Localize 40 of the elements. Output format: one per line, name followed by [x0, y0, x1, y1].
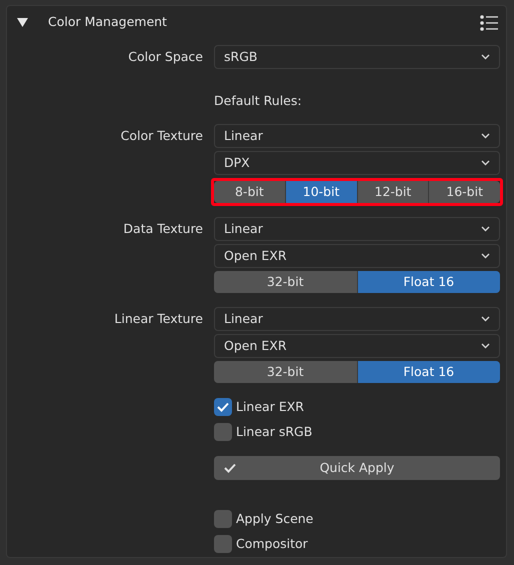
checkbox[interactable]	[214, 510, 232, 528]
section-heading: Default Rules:	[214, 92, 303, 110]
collapse-triangle-icon[interactable]	[17, 18, 28, 27]
bit-depth-option[interactable]: 12-bit	[358, 181, 428, 203]
chevron-down-icon	[481, 226, 490, 232]
checkbox-label: Apply Scene	[236, 510, 314, 528]
field-label: Linear Texture	[113, 310, 203, 328]
panel-title[interactable]: Color Management	[48, 13, 167, 32]
checkbox[interactable]	[214, 423, 232, 441]
bit-depth-option[interactable]: 32-bit	[214, 361, 356, 383]
checkmark-icon	[224, 463, 236, 473]
bit-depth-option[interactable]: 16-bit	[429, 181, 500, 203]
chevron-down-icon	[481, 316, 490, 322]
field-label: Color Space	[127, 48, 203, 66]
checkbox-label: Linear sRGB	[236, 422, 312, 441]
bit-depth-option[interactable]: 8-bit	[214, 181, 285, 203]
checkbox[interactable]	[214, 535, 232, 553]
list-menu-icon[interactable]	[480, 14, 498, 30]
bit-depth-option[interactable]: Float 16	[358, 271, 500, 293]
dropdown[interactable]: Linear	[214, 307, 500, 331]
dropdown[interactable]: Open EXR	[214, 244, 500, 268]
dropdown[interactable]: DPX	[214, 151, 500, 175]
quick-apply-button[interactable]: Quick Apply	[214, 456, 500, 480]
dropdown[interactable]: sRGB	[214, 45, 500, 69]
chevron-down-icon	[481, 160, 490, 166]
chevron-down-icon	[481, 343, 490, 349]
checkbox-label: Compositor	[236, 534, 308, 553]
checkbox[interactable]	[214, 398, 232, 416]
field-label: Data Texture	[122, 220, 203, 238]
chevron-down-icon	[481, 253, 490, 259]
bit-depth-option[interactable]: 32-bit	[214, 271, 356, 293]
dropdown[interactable]: Open EXR	[214, 334, 500, 358]
field-label: Color Texture	[120, 127, 203, 145]
checkbox-label: Linear EXR	[236, 398, 304, 416]
dropdown[interactable]: Linear	[214, 124, 500, 148]
chevron-down-icon	[481, 133, 490, 139]
dropdown[interactable]: Linear	[214, 217, 500, 241]
bit-depth-option[interactable]: 10-bit	[286, 181, 356, 203]
chevron-down-icon	[481, 54, 490, 60]
bit-depth-option[interactable]: Float 16	[358, 361, 500, 383]
